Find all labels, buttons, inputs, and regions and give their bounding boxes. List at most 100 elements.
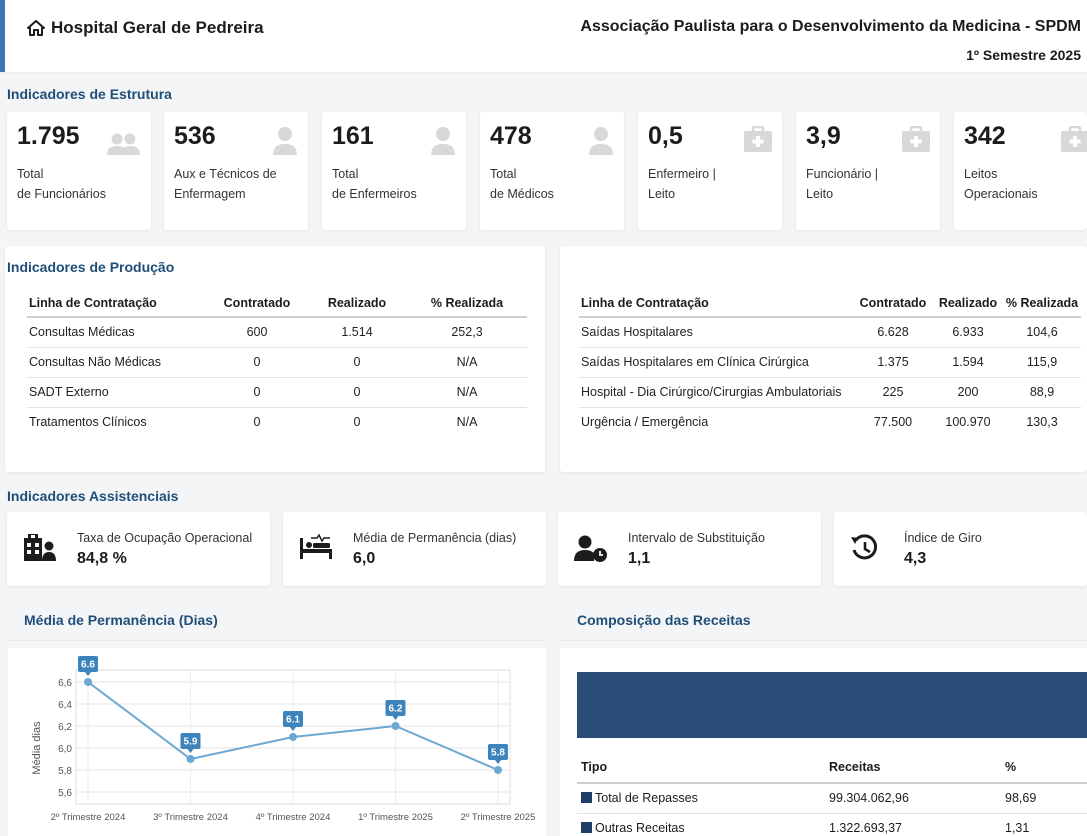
col-receitas: Receitas [825, 751, 1001, 784]
data-label: 5.9 [180, 733, 201, 753]
data-label-text: 5.8 [491, 748, 505, 759]
contratado-cell: 1.375 [853, 347, 933, 378]
data-label-text: 5.9 [184, 737, 198, 748]
realizada-cell: N/A [456, 415, 478, 430]
table-header-row: Linha de Contratação Contratado Realizad… [579, 289, 1081, 318]
kpi-label: Total de Funcionários [17, 167, 106, 201]
line-chart-svg: 5,6 5,8 6,0 6,2 6,4 6,6 2º Trimestre 2024 3º T… [31, 656, 535, 823]
kpi-value: 0,5 [648, 122, 683, 150]
linha-cell: Consultas Não Médicas [27, 347, 207, 378]
data-label-pointer [187, 749, 194, 753]
producao-title: Indicadores de Produção [7, 259, 175, 275]
kpi-card: 3,9 Funcionário | Leito [796, 112, 940, 230]
data-point [494, 766, 502, 774]
legend-swatch [581, 792, 592, 804]
realizada-cell: N/A [407, 347, 527, 378]
medical-kit-icon [744, 125, 772, 157]
divider [560, 640, 1087, 641]
card-label: Intervalo de Substituição [628, 531, 765, 545]
col-contratado: Contratado [207, 289, 307, 318]
contratado-cell: 225 [853, 377, 933, 408]
x-tick-label: 2º Trimestre 2024 [51, 812, 126, 823]
hospital-name: Hospital Geral de Pedreira [51, 18, 264, 37]
col-realizada: % Realizada [1003, 289, 1081, 318]
data-point [186, 755, 195, 763]
kpi-card: 0,5 Enfermeiro | Leito [638, 112, 782, 230]
y-tick-label: 5,8 [58, 766, 72, 777]
table-row: Outras Receitas 1.322.693,37 1,31 [577, 813, 1087, 836]
data-label: 6.6 [78, 656, 98, 676]
col-linha: Linha de Contratação [579, 289, 853, 318]
kpi-card: 161 Total de Enfermeiros [322, 112, 466, 230]
kpi-card: 342 Leitos Operacionais [954, 112, 1087, 230]
hospital-building-icon [23, 534, 57, 567]
receitas-bar [577, 672, 1087, 738]
table-row: Tratamentos Clínicos 0 0 N/A [27, 407, 527, 437]
table-row: Consultas Médicas 600 1.514 252,3 [27, 317, 527, 348]
estrutura-title: Indicadores de Estrutura [7, 86, 172, 102]
kpi-value: 161 [332, 122, 374, 150]
indice-giro-card: Índice de Giro 4,3 [834, 512, 1087, 586]
card-value: 4,3 [904, 550, 927, 567]
producao-table-right: Linha de Contratação Contratado Realizad… [579, 289, 1081, 437]
linha-cell: Hospital - Dia Cirúrgico/Cirurgias Ambul… [579, 377, 853, 408]
data-point [289, 733, 297, 741]
media-chart-title: Média de Permanência (Dias) [24, 612, 218, 628]
linha-cell: SADT Externo [27, 377, 207, 408]
user-icon [430, 126, 456, 161]
medical-kit-icon [1061, 125, 1087, 157]
table-row: Consultas Não Médicas 0 0 N/A [27, 347, 527, 378]
linha-cell: Saídas Hospitalares [579, 317, 853, 348]
organization-name: Associação Paulista para o Desenvolvimen… [580, 18, 1081, 35]
data-point [84, 678, 92, 686]
y-tick-label: 5,6 [58, 788, 72, 799]
realizado-cell: 1.514 [307, 317, 407, 348]
table-header-row: Tipo Receitas % [577, 751, 1087, 784]
contratado-cell: 6.628 [853, 317, 933, 348]
data-label-pointer [290, 727, 296, 731]
table-row: Saídas Hospitalares em Clínica Cirúrgica… [579, 347, 1081, 378]
col-percent: % [1001, 751, 1087, 784]
receitas-table: Tipo Receitas % Total de Repasses 99.304… [577, 751, 1087, 836]
contratado-cell: 600 [207, 317, 307, 348]
kpi-value: 536 [174, 122, 216, 150]
y-tick-label: 6,6 [58, 678, 72, 689]
table-row: Hospital - Dia Cirúrgico/Cirurgias Ambul… [579, 377, 1081, 408]
kpi-value: 342 [964, 122, 1006, 150]
realizada-cell: 88,9 [1003, 377, 1081, 408]
users-icon [105, 132, 141, 161]
x-tick-label: 4º Trimestre 2024 [256, 812, 331, 823]
user-icon [588, 126, 614, 161]
history-icon [850, 534, 880, 567]
card-value: 1,1 [628, 550, 651, 567]
percent-cell: 98,69 [1001, 783, 1087, 814]
legend-swatch [581, 822, 592, 833]
kpi-label: Total de Médicos [490, 167, 554, 201]
realizada-cell: 130,3 [1026, 415, 1058, 430]
col-linha: Linha de Contratação [27, 289, 207, 318]
realizado-cell: 1.594 [933, 347, 1003, 378]
y-axis-label: Média dias [31, 721, 43, 775]
col-tipo: Tipo [577, 751, 825, 784]
table-row: Saídas Hospitalares 6.628 6.933 104,6 [579, 317, 1081, 348]
realizado-cell: 0 [353, 415, 361, 430]
y-tick-label: 6,0 [58, 744, 72, 755]
receitas-cell: 99.304.062,96 [825, 783, 1001, 814]
kpi-card: 1.795 Total de Funcionários [7, 112, 151, 230]
contratado-cell: 77.500 [873, 415, 913, 430]
linha-cell: Urgência / Emergência [581, 415, 709, 430]
media-permanencia-chart: 5,6 5,8 6,0 6,2 6,4 6,6 2º Trimestre 2024 3º T… [8, 648, 546, 836]
card-label: Índice de Giro [904, 531, 982, 545]
taxa-ocupacao-card: Taxa de Ocupação Operacional 84,8 % [7, 512, 270, 586]
data-label-text: 6.1 [286, 715, 300, 726]
tipo-cell: Outras Receitas [577, 813, 825, 836]
linha-cell: Saídas Hospitalares em Clínica Cirúrgica [579, 347, 853, 378]
card-label: Taxa de Ocupação Operacional [77, 531, 253, 545]
y-tick-label: 6,2 [58, 722, 72, 733]
contratado-cell: 0 [253, 415, 261, 430]
realizado-cell: 6.933 [933, 317, 1003, 348]
kpi-label: Leitos Operacionais [964, 167, 1038, 201]
semester-label: 1º Semestre 2025 [966, 47, 1081, 63]
data-label-text: 6.2 [389, 704, 403, 715]
kpi-label: Total de Enfermeiros [332, 167, 417, 201]
